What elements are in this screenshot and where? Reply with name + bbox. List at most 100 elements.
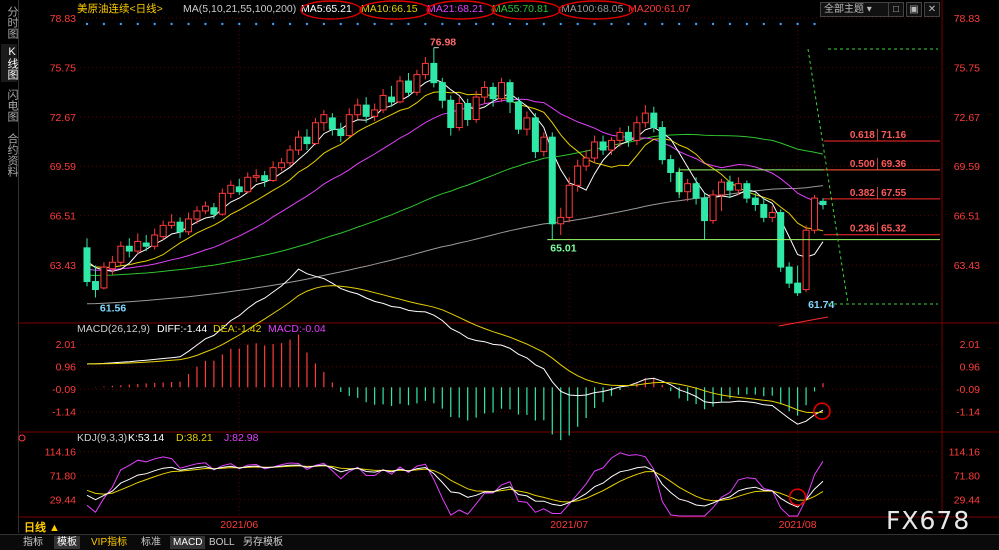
tab-standard[interactable]: 标准 [138,536,164,549]
tab-indicators[interactable]: 指标 [20,536,46,549]
price-tick-left: 69.59 [50,161,76,173]
candle-body [481,86,489,98]
candle-body [531,117,539,153]
left-sidebar: 分时图 K线图 闪电图 合约资料 [0,0,19,533]
marker-dot [474,22,478,26]
tab-templates[interactable]: 模板 [54,536,80,549]
high-label: 76.98 [430,37,456,49]
candle-body [168,221,176,226]
candle-body [624,131,632,141]
tab-vip-indicators[interactable]: VIP指标 [88,536,130,549]
kdj-tick-right: 71.80 [954,470,980,482]
marker-dot [424,22,427,26]
candle-body [379,94,387,111]
candle-body [701,197,709,222]
candle-body [303,136,311,145]
candle-body [472,96,480,121]
candle-body [201,205,209,212]
sidebar-tab-contract-info[interactable]: 合约资料 [1,130,18,180]
kdj-panel [86,452,824,517]
sidebar-tab-kline[interactable]: K线图 [1,44,18,82]
candle-body [582,157,590,167]
price-tick-right: 69.59 [954,161,980,173]
marker-dot [390,22,393,26]
price-tick-left: 63.43 [50,260,76,272]
marker-dot [238,22,241,26]
theme-selector[interactable]: 全部主题 ▾ [820,2,889,17]
candle-body [286,149,294,164]
candle-body [633,122,641,141]
low-first-label: 61.56 [100,303,126,315]
kdj-j-line [86,452,824,517]
candle-body [692,183,700,199]
candle-body [599,141,607,151]
sidebar-tab-flash[interactable]: 闪电图 [1,86,18,124]
candle-body [311,122,319,145]
candle-body [455,102,463,129]
candle-body [709,194,717,222]
marker-dot [441,22,444,26]
tab-boll[interactable]: BOLL [206,536,238,549]
kdj-tick-right: 114.16 [949,447,980,459]
candle-body [269,167,277,181]
candle-body [108,261,116,270]
ma200-value: MA200:61.07 [628,3,691,15]
date-label: 2021/06 [220,519,258,531]
candle-body [430,62,438,84]
marker-dot [796,22,799,26]
marker-dot [542,22,546,26]
candle-body [684,183,692,193]
marker-dot [694,22,698,26]
candle-body [574,165,582,186]
price-tick-right: 63.43 [954,260,980,272]
marker-dot [779,22,782,26]
macd-panel [86,268,831,441]
macd-value: MACD:-0.04 [268,323,326,335]
marker-dot [288,22,292,26]
marker-dot [254,22,258,26]
kdj-settings-icon[interactable] [18,434,26,442]
candle-body [354,104,362,116]
candle-body [159,224,167,238]
marker-dot [373,22,376,26]
sidebar-tab-timeshare[interactable]: 分时图 [1,4,18,40]
candle-body [514,101,522,130]
marker-dot [407,22,410,26]
candle-body [523,117,531,130]
candle-body [244,176,252,193]
ma21-value: MA21:68.21 [427,3,484,15]
macd-diff: DIFF:-1.44 [157,323,207,335]
marker-dot [170,22,173,26]
candle-body [540,136,548,153]
candle-body [117,245,125,263]
candle-body [811,197,819,231]
close-button[interactable]: ✕ [924,2,940,17]
tab-macd[interactable]: MACD [170,536,206,549]
chevron-down-icon: ▾ [866,4,872,15]
marker-dot [610,22,613,26]
marker-dot [221,22,224,26]
marker-dot [153,22,156,26]
theme-label: 全部主题 [824,4,864,15]
period-selector[interactable]: 日线 ▲ [24,519,60,535]
candle-body [83,247,91,283]
tab-save-template[interactable]: 另存模板 [240,536,286,549]
projection-diagonal [807,48,849,305]
price-tick-left: 72.67 [50,112,76,124]
minimize-button[interactable]: □ [888,2,904,17]
kdj-d: D:38.21 [176,432,213,444]
marker-dot [458,22,461,26]
candle-body [506,82,514,103]
kdj-tick-left: 71.80 [50,470,76,482]
candle-body [734,183,742,191]
candle-body [125,245,133,252]
ma10-value: MA10:66.15 [361,3,418,15]
restore-button[interactable]: ▣ [906,2,922,17]
macd-title: MACD(26,12,9) [77,323,150,335]
kdj-title: KDJ(9,3,3) [77,432,127,444]
candle-body [760,204,768,218]
candle-body [489,86,497,100]
macd-tick-right: 2.01 [960,339,981,351]
price-tick-right: 75.75 [954,62,980,74]
candle-body [751,197,759,206]
